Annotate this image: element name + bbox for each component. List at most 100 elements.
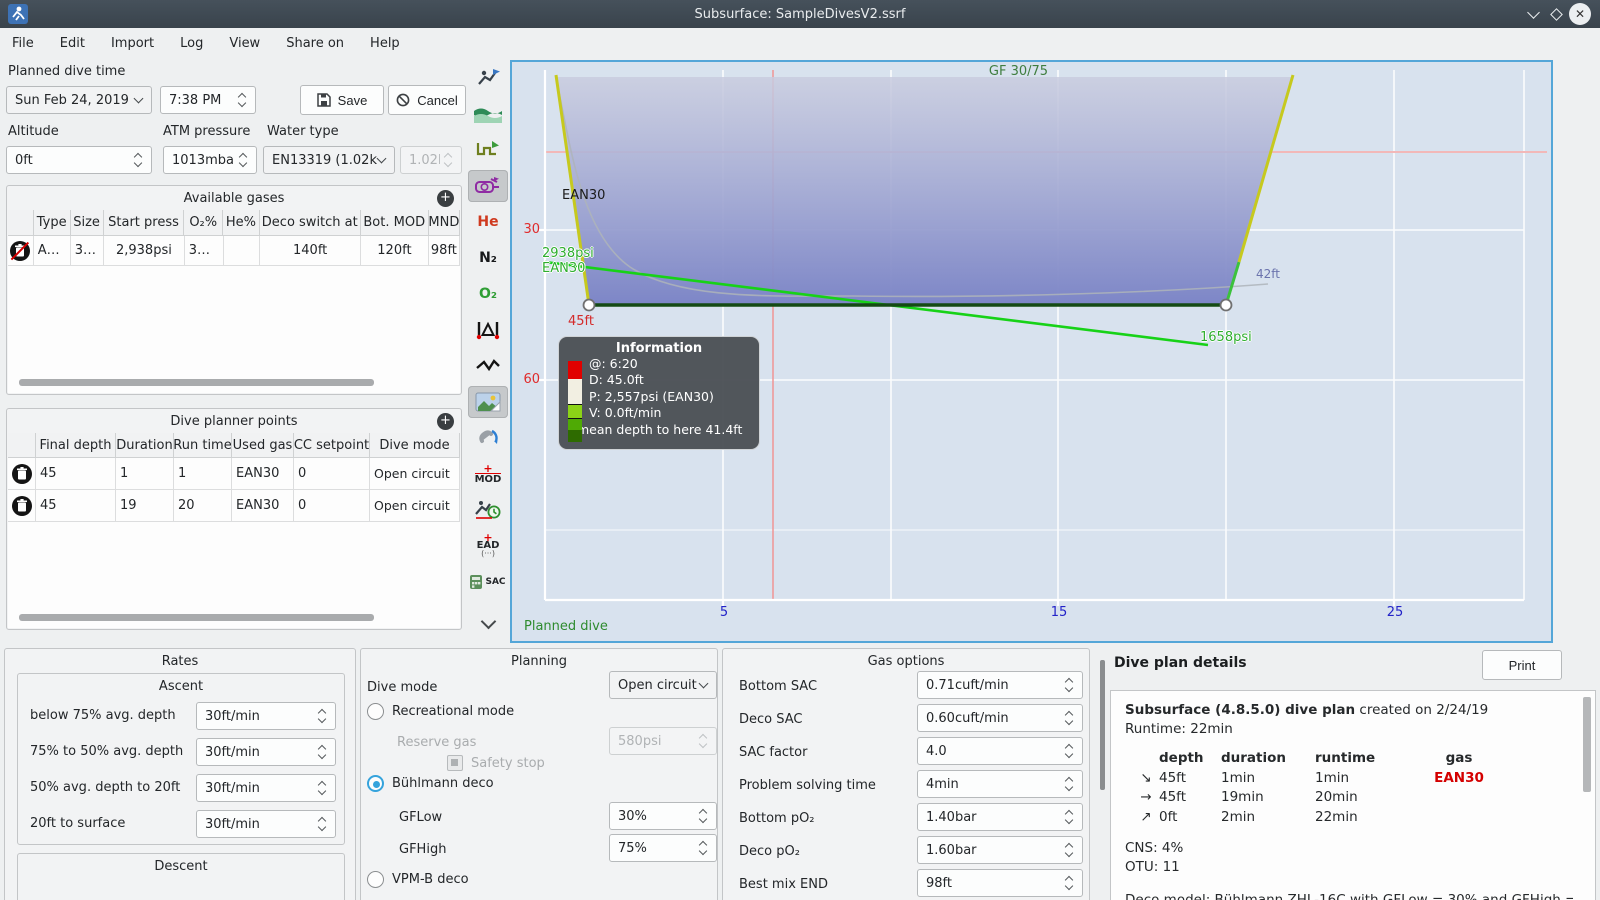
point-row[interactable]: 45 1 1 EAN30 0 Open circuit <box>8 458 460 490</box>
ead-toggle-icon[interactable]: + EAD (···) <box>468 530 508 562</box>
col-deco-switch[interactable]: Deco switch at <box>259 210 361 236</box>
cell-he[interactable] <box>223 236 261 266</box>
cell-size[interactable]: 3… <box>70 236 105 266</box>
add-point-button[interactable]: + <box>437 413 454 430</box>
buhlmann-deco-radio[interactable]: Bühlmann deco <box>367 775 494 792</box>
points-hscrollbar[interactable] <box>19 614 374 621</box>
n2-toggle-icon[interactable]: N₂ <box>468 242 508 274</box>
maximize-icon[interactable] <box>1548 7 1564 21</box>
col-final-depth[interactable]: Final depth <box>36 433 116 458</box>
cell-dive-mode[interactable]: Open circuit <box>370 490 460 522</box>
atm-pressure-stepper[interactable]: 1013mbar <box>163 146 257 174</box>
print-button[interactable]: Print <box>1482 650 1562 680</box>
cell-cc-setpoint[interactable]: 0 <box>294 458 370 490</box>
ndl-icon[interactable] <box>468 494 508 526</box>
col-start-press[interactable]: Start press <box>103 210 185 236</box>
deco-po2-stepper[interactable]: 1.60bar <box>917 836 1083 864</box>
plan-scrollbar[interactable] <box>1583 697 1591 792</box>
recreational-mode-radio[interactable]: Recreational mode <box>367 703 514 720</box>
add-gas-button[interactable]: + <box>437 190 454 207</box>
cell-final-depth[interactable]: 45 <box>36 458 116 490</box>
waypoint-handle[interactable] <box>1219 298 1233 312</box>
col-cc-setpoint[interactable]: CC setpoint <box>294 433 370 458</box>
menu-help[interactable]: Help <box>370 36 400 51</box>
waypoint-handle[interactable] <box>582 298 596 312</box>
cell-final-depth[interactable]: 45 <box>36 490 116 522</box>
vpmb-deco-radio[interactable]: VPM-B deco <box>367 871 469 888</box>
mod-toggle-icon[interactable]: + MOD <box>468 458 508 490</box>
ascent-rate-stepper[interactable]: 30ft/min <box>196 702 336 730</box>
menu-import[interactable]: Import <box>111 36 154 51</box>
point-row[interactable]: 45 19 20 EAN30 0 Open circuit <box>8 490 460 522</box>
col-size[interactable]: Size <box>70 210 104 236</box>
cell-used-gas[interactable]: EAN30 <box>232 490 294 522</box>
cell-type[interactable]: A… <box>33 236 71 266</box>
menu-log[interactable]: Log <box>180 36 203 51</box>
gflow-stepper[interactable]: 30% <box>609 802 717 830</box>
col-o2[interactable]: O₂% <box>184 210 224 236</box>
waves-icon[interactable] <box>468 98 508 130</box>
cancel-button[interactable]: Cancel <box>388 85 466 115</box>
dive-mode-select[interactable]: Open circuit <box>609 671 717 699</box>
delete-point-icon[interactable] <box>11 495 32 516</box>
photos-icon[interactable] <box>468 386 508 418</box>
menu-edit[interactable]: Edit <box>60 36 85 51</box>
col-dive-mode[interactable]: Dive mode <box>370 433 460 458</box>
menu-view[interactable]: View <box>229 36 260 51</box>
bottom-panel-scrollbar[interactable] <box>1100 660 1105 790</box>
delete-point-icon[interactable] <box>11 463 32 484</box>
col-bot-mod[interactable]: Bot. MOD <box>360 210 429 236</box>
heartrate-icon[interactable] <box>468 350 508 382</box>
cell-duration[interactable]: 1 <box>116 458 174 490</box>
cell-cc-setpoint[interactable]: 0 <box>294 490 370 522</box>
col-run-time[interactable]: Run time <box>174 433 232 458</box>
col-he[interactable]: He% <box>223 210 260 236</box>
gases-hscrollbar[interactable] <box>19 379 374 386</box>
col-duration[interactable]: Duration <box>116 433 174 458</box>
tank-bar-icon[interactable] <box>468 170 508 202</box>
col-mnd[interactable]: MND <box>428 210 460 236</box>
o2-toggle-icon[interactable]: O₂ <box>468 278 508 310</box>
dive-profile-chart[interactable]: GF 30/75 30 60 EAN30 2938psi EAN30 45ft … <box>510 60 1553 643</box>
cell-duration[interactable]: 19 <box>116 490 174 522</box>
bottom-po2-stepper[interactable]: 1.40bar <box>917 803 1083 831</box>
time-stepper[interactable]: 7:38 PM <box>160 86 256 114</box>
cell-dive-mode[interactable]: Open circuit <box>370 458 460 490</box>
deco-sac-stepper[interactable]: 0.60cuft/min <box>917 704 1083 732</box>
minimize-icon[interactable] <box>1524 5 1542 22</box>
sac-factor-stepper[interactable]: 4.0 <box>917 737 1083 765</box>
profile-ruler-icon[interactable] <box>468 134 508 166</box>
ascent-rate-stepper[interactable]: 30ft/min <box>196 738 336 766</box>
save-button[interactable]: Save <box>300 85 384 115</box>
toolbar-scroll-down-icon[interactable] <box>468 608 508 640</box>
ceiling-delta-icon[interactable] <box>468 314 508 346</box>
cell-bot-mod[interactable]: 120ft <box>361 236 429 266</box>
delete-gas-icon[interactable] <box>10 240 31 261</box>
he-toggle-icon[interactable]: He <box>468 206 508 238</box>
sac-toggle-icon[interactable]: SAC <box>468 566 508 598</box>
dive-planner-icon[interactable] <box>468 62 508 94</box>
cell-used-gas[interactable]: EAN30 <box>232 458 294 490</box>
cell-run-time[interactable]: 20 <box>174 490 232 522</box>
ascent-rate-stepper[interactable]: 30ft/min <box>196 774 336 802</box>
altitude-stepper[interactable]: 0ft <box>6 146 152 174</box>
water-type-select[interactable]: EN13319 (1.02k <box>263 146 395 174</box>
cell-run-time[interactable]: 1 <box>174 458 232 490</box>
col-type[interactable]: Type <box>33 210 71 236</box>
cell-deco-switch[interactable]: 140ft <box>260 236 362 266</box>
gfhigh-stepper[interactable]: 75% <box>609 834 717 862</box>
information-tooltip[interactable]: Information @: 6:20 D: 45.0ft P: 2,557ps… <box>558 336 760 450</box>
cell-start-press[interactable]: 2,938psi <box>104 236 185 266</box>
col-used-gas[interactable]: Used gas <box>232 433 294 458</box>
cell-mnd[interactable]: 98ft <box>428 236 460 266</box>
diver-rotation-icon[interactable] <box>468 422 508 454</box>
best-mix-end-stepper[interactable]: 98ft <box>917 869 1083 897</box>
gas-row[interactable]: A… 3… 2,938psi 3… 140ft 120ft 98ft <box>8 236 460 266</box>
date-picker[interactable]: Sun Feb 24, 2019 <box>6 86 152 114</box>
problem-solving-time-stepper[interactable]: 4min <box>917 770 1083 798</box>
menu-share-on[interactable]: Share on <box>286 36 344 51</box>
ascent-rate-stepper[interactable]: 30ft/min <box>196 810 336 838</box>
close-icon[interactable]: ✕ <box>1569 3 1591 25</box>
cell-o2[interactable]: 3… <box>184 236 224 266</box>
bottom-sac-stepper[interactable]: 0.71cuft/min <box>917 671 1083 699</box>
